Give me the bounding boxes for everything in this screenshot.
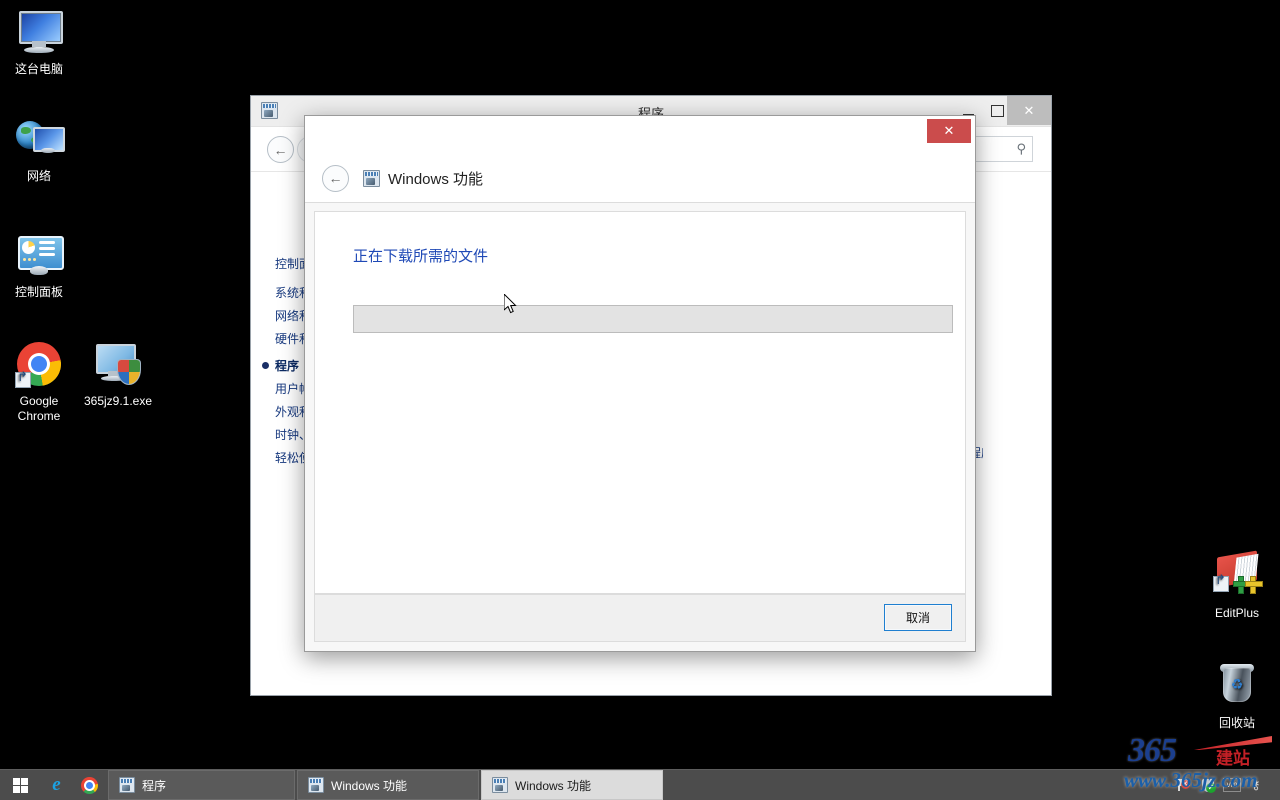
taskbar-chrome-icon[interactable] xyxy=(73,770,106,800)
desktop-icon-network[interactable]: 网络 xyxy=(0,115,78,184)
desktop-icon-label: 控制面板 xyxy=(14,285,63,299)
windows-features-icon xyxy=(308,777,324,793)
ok-badge: ✓ xyxy=(1206,782,1216,793)
cancel-button[interactable]: 取消 xyxy=(884,604,952,631)
sidebar-item-programs[interactable]: 程序 xyxy=(275,357,299,374)
close-button[interactable]: ✕ xyxy=(1007,96,1051,125)
desktop-icon-label: EditPlus xyxy=(1214,606,1260,620)
windows-features-icon xyxy=(119,777,135,793)
desktop-icon-365jz-exe[interactable]: 365jz9.1.exe xyxy=(74,340,162,409)
taskbar-internet-explorer-icon[interactable]: e xyxy=(40,770,73,800)
dialog-header: ← Windows 功能 xyxy=(305,154,975,203)
vmware-tools-icon[interactable]: vm xyxy=(1220,770,1244,800)
taskbar-button-windows-features-2[interactable]: Windows 功能 xyxy=(481,770,663,800)
windows-logo-icon xyxy=(12,777,28,793)
desktop-icon-label: 网络 xyxy=(26,169,51,183)
control-panel-icon xyxy=(15,231,64,279)
executable-icon xyxy=(94,340,142,388)
watermark-number: 365 xyxy=(1128,732,1177,769)
taskbar-button-label: Windows 功能 xyxy=(331,778,408,793)
vm-label: vm xyxy=(1223,778,1241,792)
editplus-icon xyxy=(1213,550,1263,600)
taskbar-button-programs[interactable]: 程序 xyxy=(108,770,295,800)
desktop-icon-this-pc[interactable]: 这台电脑 xyxy=(0,8,78,77)
system-tray: ✕ ✓ vm ⚷ xyxy=(1172,770,1280,800)
search-icon: ⚲ xyxy=(1016,141,1026,156)
action-center-flag-icon[interactable]: ✕ xyxy=(1172,770,1196,800)
dialog-titlebar: ✕ xyxy=(305,116,975,154)
computer-icon xyxy=(15,8,63,56)
start-button[interactable] xyxy=(0,770,40,800)
security-shield-icon[interactable]: ✓ xyxy=(1196,770,1220,800)
watermark-suffix: 建站 xyxy=(1216,749,1250,768)
taskbar-button-windows-features-1[interactable]: Windows 功能 xyxy=(297,770,479,800)
desktop-icon-editplus[interactable]: EditPlus xyxy=(1198,550,1276,621)
dialog-footer: 取消 xyxy=(314,594,966,642)
current-item-bullet xyxy=(262,362,269,369)
windows-features-dialog: ✕ ← Windows 功能 正在下载所需的文件 取消 xyxy=(304,115,976,652)
control-panel-sidebar: 控制面板主页 系统和安全 网络和 Internet 硬件和声音 程序 用户帐户 … xyxy=(251,172,309,695)
desktop-screen: 这台电脑 网络 控制面板 Google Chrome 365jz9.1.exe xyxy=(0,0,1280,800)
dialog-back-button[interactable]: ← xyxy=(322,164,349,192)
dialog-close-button[interactable]: ✕ xyxy=(927,119,971,143)
windows-features-icon xyxy=(492,777,508,793)
taskbar: e 程序 Windows 功能 Windows 功能 ✕ ✓ vm ⚷ xyxy=(0,769,1280,800)
desktop-icon-label: 365jz9.1.exe xyxy=(83,394,153,408)
recycle-bin-icon: ♻ xyxy=(1213,662,1261,710)
desktop-icon-google-chrome[interactable]: Google Chrome xyxy=(0,340,78,424)
error-badge: ✕ xyxy=(1180,780,1190,789)
desktop-icon-label: 回收站 xyxy=(1218,716,1255,730)
taskbar-button-label: 程序 xyxy=(142,778,167,793)
desktop-icon-label: 这台电脑 xyxy=(14,62,63,76)
chrome-icon xyxy=(81,776,98,794)
download-progress-bar xyxy=(353,305,953,333)
key-glyph: ⚷ xyxy=(1251,778,1261,792)
windows-features-icon xyxy=(363,169,380,187)
dialog-content: 正在下载所需的文件 xyxy=(314,211,966,594)
back-button[interactable]: ← xyxy=(267,136,294,163)
chrome-icon xyxy=(15,340,63,388)
network-icon xyxy=(15,115,65,163)
dialog-title: Windows 功能 xyxy=(388,170,484,188)
desktop-icon-control-panel[interactable]: 控制面板 xyxy=(0,231,78,300)
taskbar-button-label: Windows 功能 xyxy=(515,778,592,793)
internet-explorer-icon: e xyxy=(52,774,61,795)
desktop-icon-recycle-bin[interactable]: ♻ 回收站 xyxy=(1198,662,1276,731)
desktop-icon-label: Google Chrome xyxy=(17,394,61,423)
network-key-icon[interactable]: ⚷ xyxy=(1244,770,1268,800)
watermark-swoosh xyxy=(1194,736,1272,750)
download-status-text: 正在下载所需的文件 xyxy=(353,248,489,265)
